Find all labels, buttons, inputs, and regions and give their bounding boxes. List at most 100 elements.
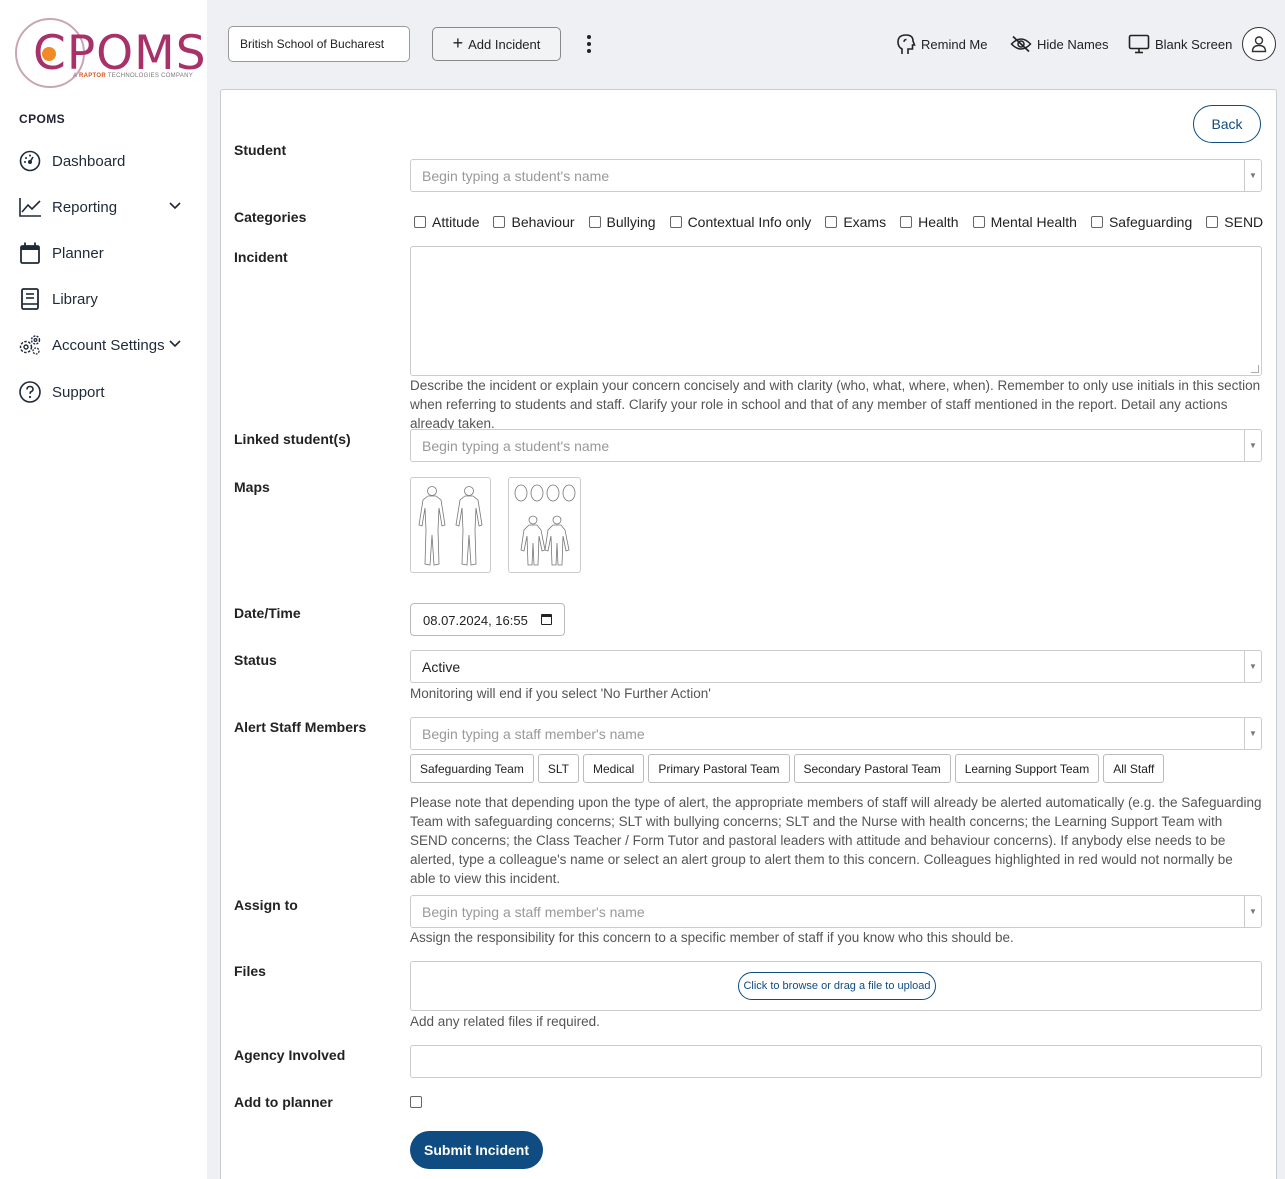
student-placeholder: Begin typing a student's name bbox=[422, 168, 610, 184]
agency-input[interactable] bbox=[410, 1045, 1262, 1078]
sidebar-item-label: Reporting bbox=[52, 198, 118, 216]
alert-group-all-staff[interactable]: All Staff bbox=[1103, 754, 1165, 783]
face-hand-map-thumbnail[interactable] bbox=[508, 477, 581, 573]
sidebar: CPOMS A RAPTOR TECHNOLOGIES COMPANY CPOM… bbox=[0, 0, 207, 1179]
plus-icon: + bbox=[452, 32, 464, 53]
dropdown-arrow-icon[interactable]: ▼ bbox=[1244, 430, 1261, 461]
alert-group-medical[interactable]: Medical bbox=[582, 754, 645, 783]
hide-names-button[interactable]: Hide Names bbox=[1010, 33, 1109, 55]
remind-me-label: Remind Me bbox=[921, 36, 988, 52]
face-map-icon bbox=[514, 484, 576, 566]
file-dropzone[interactable]: Click to browse or drag a file to upload bbox=[410, 961, 1262, 1011]
add-incident-label: Add Incident bbox=[468, 36, 541, 52]
linked-students-placeholder: Begin typing a student's name bbox=[422, 438, 610, 454]
checkbox[interactable] bbox=[900, 216, 913, 228]
checkbox[interactable] bbox=[588, 216, 601, 228]
hide-names-label: Hide Names bbox=[1037, 36, 1109, 52]
sidebar-item-account-settings[interactable]: Account Settings bbox=[18, 329, 198, 361]
more-options-icon[interactable] bbox=[582, 32, 596, 56]
category-behaviour[interactable]: Behaviour bbox=[493, 214, 575, 230]
alert-group-primary-pastoral-team[interactable]: Primary Pastoral Team bbox=[648, 754, 790, 783]
assign-help-text: Assign the responsibility for this conce… bbox=[410, 930, 1014, 945]
sidebar-item-planner[interactable]: Planner bbox=[18, 237, 198, 269]
linked-students-select[interactable]: Begin typing a student's name ▼ bbox=[410, 429, 1262, 462]
sidebar-item-reporting[interactable]: Reporting bbox=[18, 191, 198, 223]
linked-students-label: Linked student(s) bbox=[234, 431, 351, 447]
alert-group-slt[interactable]: SLT bbox=[537, 754, 579, 783]
datetime-label: Date/Time bbox=[234, 605, 301, 621]
dropdown-arrow-icon[interactable]: ▼ bbox=[1244, 896, 1261, 927]
sidebar-item-label: Account Settings bbox=[52, 336, 165, 354]
body-map-thumbnail[interactable] bbox=[410, 477, 491, 573]
checkbox[interactable] bbox=[414, 216, 426, 228]
upload-file-button[interactable]: Click to browse or drag a file to upload bbox=[738, 972, 936, 1000]
checkbox[interactable] bbox=[1206, 216, 1219, 228]
category-exams[interactable]: Exams bbox=[825, 214, 886, 230]
categories-group: Attitude Behaviour Bullying Contextual I… bbox=[414, 214, 1277, 230]
chevron-down-icon[interactable] bbox=[168, 199, 182, 213]
submit-incident-button[interactable]: Submit Incident bbox=[410, 1131, 543, 1169]
status-label: Status bbox=[234, 652, 277, 668]
alert-groups: Safeguarding Team SLT Medical Primary Pa… bbox=[410, 754, 1168, 783]
resize-handle-icon[interactable] bbox=[1251, 365, 1259, 373]
blank-screen-button[interactable]: Blank Screen bbox=[1128, 33, 1232, 55]
user-icon bbox=[1251, 36, 1267, 53]
category-contextual-info[interactable]: Contextual Info only bbox=[669, 214, 811, 230]
category-attitude[interactable]: Attitude bbox=[414, 214, 479, 230]
alert-group-secondary-pastoral-team[interactable]: Secondary Pastoral Team bbox=[793, 754, 951, 783]
alert-help-text: Please note that depending upon the type… bbox=[410, 795, 1262, 886]
cpoms-logo[interactable]: CPOMS A RAPTOR TECHNOLOGIES COMPANY bbox=[15, 16, 206, 88]
category-bullying[interactable]: Bullying bbox=[588, 214, 656, 230]
chevron-down-icon[interactable] bbox=[168, 337, 182, 351]
body-map-icon bbox=[418, 486, 483, 566]
sidebar-item-dashboard[interactable]: Dashboard bbox=[18, 145, 198, 177]
dropdown-arrow-icon[interactable]: ▼ bbox=[1244, 160, 1261, 191]
agency-label: Agency Involved bbox=[234, 1047, 346, 1063]
alert-staff-select[interactable]: Begin typing a staff member's name ▼ bbox=[410, 717, 1262, 750]
school-selector[interactable]: British School of Bucharest bbox=[228, 26, 410, 62]
dashboard-gauge-icon bbox=[18, 149, 42, 173]
remind-me-button[interactable]: Remind Me bbox=[896, 33, 987, 55]
checkbox[interactable] bbox=[825, 216, 838, 228]
assign-to-select[interactable]: Begin typing a staff member's name ▼ bbox=[410, 895, 1262, 928]
back-button[interactable]: Back bbox=[1193, 105, 1261, 143]
logo-subtitle: A RAPTOR TECHNOLOGIES COMPANY bbox=[73, 73, 194, 79]
user-avatar[interactable] bbox=[1242, 27, 1276, 61]
maps-label: Maps bbox=[234, 479, 270, 495]
checkbox[interactable] bbox=[493, 216, 506, 228]
checkbox[interactable] bbox=[972, 216, 985, 228]
alert-group-learning-support-team[interactable]: Learning Support Team bbox=[954, 754, 1100, 783]
book-icon bbox=[18, 287, 42, 311]
files-label: Files bbox=[234, 963, 266, 979]
nav-heading: CPOMS bbox=[19, 112, 66, 126]
sidebar-item-label: Dashboard bbox=[52, 152, 126, 170]
status-select[interactable]: Active ▼ bbox=[410, 650, 1262, 683]
category-safeguarding[interactable]: Safeguarding bbox=[1090, 214, 1192, 230]
category-send[interactable]: SEND bbox=[1206, 214, 1263, 230]
status-value: Active bbox=[422, 659, 461, 675]
category-mental-health[interactable]: Mental Health bbox=[972, 214, 1077, 230]
student-select[interactable]: Begin typing a student's name ▼ bbox=[410, 159, 1262, 192]
student-label: Student bbox=[234, 142, 287, 158]
dropdown-arrow-icon[interactable]: ▼ bbox=[1244, 651, 1261, 682]
incident-help-text: Describe the incident or explain your co… bbox=[410, 378, 1261, 431]
sidebar-item-library[interactable]: Library bbox=[18, 283, 198, 315]
checkbox[interactable] bbox=[669, 216, 682, 228]
sidebar-item-label: Library bbox=[52, 290, 98, 308]
calendar-icon[interactable] bbox=[541, 614, 552, 625]
settings-gears-icon bbox=[18, 333, 42, 357]
dropdown-arrow-icon[interactable]: ▼ bbox=[1244, 718, 1261, 749]
datetime-value: 08.07.2024, 16:55 bbox=[423, 613, 528, 628]
checkbox[interactable] bbox=[1090, 216, 1103, 228]
head-reminder-icon bbox=[897, 34, 916, 54]
sidebar-item-support[interactable]: Support bbox=[18, 376, 198, 408]
alert-staff-placeholder: Begin typing a staff member's name bbox=[422, 726, 645, 742]
add-to-planner-checkbox[interactable] bbox=[410, 1096, 422, 1108]
alert-group-safeguarding-team[interactable]: Safeguarding Team bbox=[410, 754, 534, 783]
category-health[interactable]: Health bbox=[900, 214, 959, 230]
incident-textarea[interactable] bbox=[410, 246, 1262, 376]
line-chart-icon bbox=[18, 195, 42, 219]
datetime-input[interactable]: 08.07.2024, 16:55 bbox=[410, 603, 565, 636]
add-incident-button[interactable]: + Add Incident bbox=[432, 27, 561, 61]
status-help-text: Monitoring will end if you select 'No Fu… bbox=[410, 686, 711, 701]
